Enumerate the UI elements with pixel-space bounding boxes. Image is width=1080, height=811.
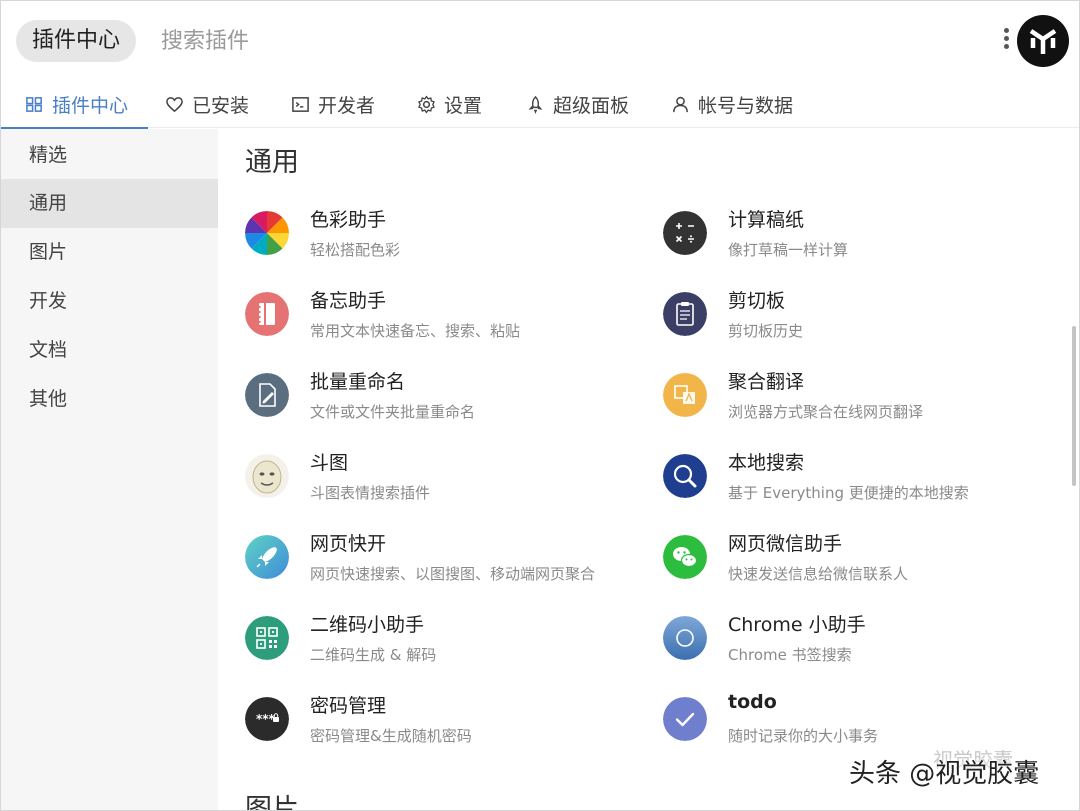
app-window: 插件中心 插件中心 已安装 开发者 <box>0 0 1080 811</box>
plugin-name: 网页快开 <box>310 533 387 555</box>
plugin-card[interactable]: 本地搜索 基于 Everything 更便捷的本地搜索 <box>663 448 1063 518</box>
tab-super-panel[interactable]: 超级面板 <box>526 81 629 128</box>
tab-label: 帐号与数据 <box>698 95 794 117</box>
plugin-card[interactable]: 色彩助手 轻松搭配色彩 <box>245 205 645 275</box>
tab-label: 已安装 <box>192 95 250 117</box>
sidebar-item-development[interactable]: 开发 <box>1 277 218 326</box>
plugin-card[interactable]: 计算稿纸 像打草稿一样计算 <box>663 205 1063 275</box>
plugin-description: 网页快速搜索、以图搜图、移动端网页聚合 <box>310 565 596 583</box>
plugin-description: 轻松搭配色彩 <box>310 241 401 259</box>
plugin-card[interactable]: 备忘助手 常用文本快速备忘、搜索、粘贴 <box>245 286 645 356</box>
sidebar-item-images[interactable]: 图片 <box>1 228 218 277</box>
main-tabs: 插件中心 已安装 开发者 设置 超级面板 帐号与数据 <box>1 81 1079 129</box>
plugin-description: 浏览器方式聚合在线网页翻译 <box>728 403 924 421</box>
password-icon: *** <box>245 697 289 741</box>
calculator-icon <box>663 211 707 255</box>
plugin-description: 常用文本快速备忘、搜索、粘贴 <box>310 322 521 340</box>
app-logo-icon[interactable] <box>1017 15 1069 67</box>
tab-account-data[interactable]: 帐号与数据 <box>671 81 793 128</box>
color-wheel-icon <box>245 211 289 255</box>
plugin-name: 备忘助手 <box>310 290 387 312</box>
plugin-card[interactable]: 斗图 斗图表情搜索插件 <box>245 448 645 518</box>
category-sidebar: 精选 通用 图片 开发 文档 其他 <box>1 129 218 810</box>
rocket-icon <box>528 95 543 114</box>
sidebar-item-documents[interactable]: 文档 <box>1 326 218 375</box>
rocket-launch-icon <box>245 535 289 579</box>
plugin-name: 斗图 <box>310 452 349 474</box>
plugin-list: 通用 色彩助手 轻松搭配色彩 计算稿纸 像打草稿一样计算 备忘助手 常用文本快速… <box>218 129 1079 811</box>
plugin-card[interactable]: 网页快开 网页快速搜索、以图搜图、移动端网页聚合 <box>245 529 645 599</box>
plugin-card[interactable]: 二维码小助手 二维码生成 & 解码 <box>245 610 645 680</box>
plugin-card[interactable]: 聚合翻译 浏览器方式聚合在线网页翻译 <box>663 367 1063 437</box>
plugin-name: todo <box>728 691 777 713</box>
sidebar-item-other[interactable]: 其他 <box>1 375 218 424</box>
plugin-description: 密码管理&生成随机密码 <box>310 727 472 745</box>
tab-label: 超级面板 <box>553 95 630 117</box>
tab-label: 开发者 <box>318 95 376 117</box>
tab-label: 插件中心 <box>52 95 129 117</box>
plugin-card[interactable]: Chrome 小助手 Chrome 书签搜索 <box>663 610 1063 680</box>
magnifier-icon <box>663 454 707 498</box>
plugin-name: Chrome 小助手 <box>728 614 866 636</box>
meme-face-icon <box>245 454 289 498</box>
top-bar: 插件中心 <box>1 1 1079 81</box>
plugin-description: 快速发送信息给微信联系人 <box>728 565 909 583</box>
gear-icon <box>418 95 435 114</box>
checkmark-icon <box>663 697 707 741</box>
chrome-icon <box>663 616 707 660</box>
tab-plugin-center[interactable]: 插件中心 <box>1 81 149 129</box>
svg-text:***: *** <box>256 712 276 726</box>
plugin-name: 聚合翻译 <box>728 371 805 393</box>
qrcode-icon <box>245 616 289 660</box>
section-title: 通用 <box>245 147 299 178</box>
plugin-name: 色彩助手 <box>310 209 387 231</box>
plugin-description: 像打草稿一样计算 <box>728 241 849 259</box>
plugin-name: 二维码小助手 <box>310 614 425 636</box>
plugin-name: 剪切板 <box>728 290 786 312</box>
terminal-icon <box>292 97 309 112</box>
tab-label: 设置 <box>444 95 483 117</box>
plugin-description: 文件或文件夹批量重命名 <box>310 403 476 421</box>
plugin-card[interactable]: 网页微信助手 快速发送信息给微信联系人 <box>663 529 1063 599</box>
plugin-card[interactable]: *** 密码管理 密码管理&生成随机密码 <box>245 691 645 761</box>
plugin-description: 斗图表情搜索插件 <box>310 484 431 502</box>
grid-icon <box>26 97 42 112</box>
content-scrollbar[interactable] <box>1072 326 1076 486</box>
search-input[interactable] <box>161 20 761 62</box>
translate-icon <box>663 373 707 417</box>
sidebar-item-general[interactable]: 通用 <box>1 179 218 228</box>
plugin-description: 剪切板历史 <box>728 322 804 340</box>
rename-icon <box>245 373 289 417</box>
plugin-card[interactable]: 批量重命名 文件或文件夹批量重命名 <box>245 367 645 437</box>
plugin-center-pill[interactable]: 插件中心 <box>16 20 137 62</box>
notebook-icon <box>245 292 289 336</box>
plugin-description: 基于 Everything 更便捷的本地搜索 <box>728 484 969 502</box>
wechat-icon <box>663 535 707 579</box>
heart-icon <box>166 97 183 113</box>
clipboard-icon <box>663 292 707 336</box>
plugin-description: 二维码生成 & 解码 <box>310 646 437 664</box>
section-title-images: 图片 <box>245 794 299 811</box>
watermark: 头条 @视觉胶囊 <box>849 759 1040 789</box>
plugin-name: 计算稿纸 <box>728 209 805 231</box>
tab-settings[interactable]: 设置 <box>417 81 482 128</box>
plugin-card[interactable]: 剪切板 剪切板历史 <box>663 286 1063 356</box>
more-menu-icon[interactable] <box>999 25 1013 57</box>
tab-developer[interactable]: 开发者 <box>291 81 375 128</box>
plugin-name: 批量重命名 <box>310 371 406 393</box>
user-icon <box>673 96 688 113</box>
plugin-name: 本地搜索 <box>728 452 805 474</box>
tab-installed[interactable]: 已安装 <box>165 81 249 128</box>
plugin-name: 网页微信助手 <box>728 533 843 555</box>
plugin-description: Chrome 书签搜索 <box>728 646 852 664</box>
sidebar-item-featured[interactable]: 精选 <box>1 131 218 180</box>
plugin-name: 密码管理 <box>310 695 387 717</box>
plugin-description: 随时记录你的大小事务 <box>728 727 879 745</box>
